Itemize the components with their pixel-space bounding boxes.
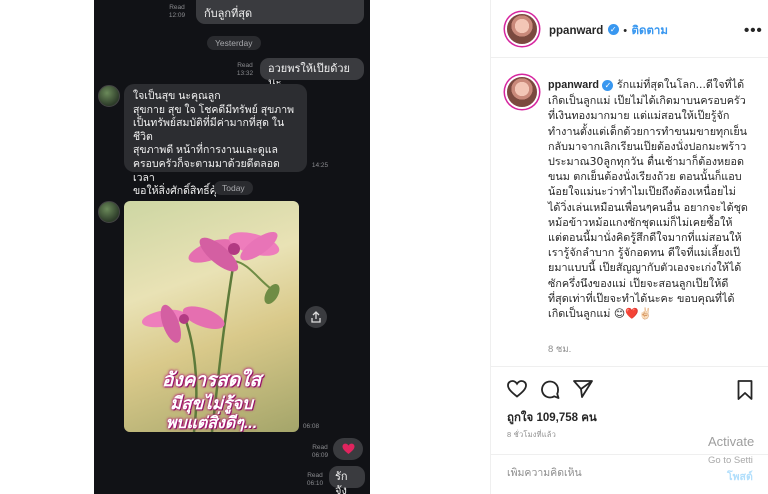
- bookmark-icon[interactable]: [737, 380, 753, 400]
- message-line: สุขกาย สุข ใจ โชคดีมีทรัพย์ สุขภาพ: [133, 103, 295, 116]
- post-sidebar: ppanward ✓ • ติดตาม ••• ppanward ✓ รักแม…: [490, 0, 768, 494]
- caption: ppanward ✓ รักแม่ที่สุดในโลก...ดีใจที่ได…: [548, 77, 748, 321]
- chat-bubble-outgoing: อวยพรให้เป๊ยด้วยนะ: [260, 58, 364, 89]
- message-line: เป็นทรัพย์สมบัติที่มีค่ามากที่สุด ในชีวิ…: [133, 117, 285, 143]
- read-time: 12:09: [168, 12, 186, 19]
- separator-dot: •: [623, 25, 628, 37]
- verified-badge-icon: ✓: [602, 79, 614, 91]
- chat-bubble-incoming: ใจเป็นสุข นะคุณลูก สุขกาย สุข ใจ โชคดีมี…: [124, 84, 307, 197]
- instagram-post-view: Read 12:09 กับลูกที่สุด Yesterday Read 1…: [0, 0, 768, 494]
- caption-time: 8 ชม.: [548, 344, 572, 355]
- heart-reaction-bubble: [333, 438, 363, 460]
- comment-input[interactable]: [507, 467, 707, 479]
- chat-bubble-outgoing: รักจัง: [329, 466, 365, 494]
- post-comment-button[interactable]: โพสต์: [727, 468, 753, 485]
- post-header: ppanward ✓ • ติดตาม •••: [491, 0, 768, 58]
- comment-icon[interactable]: [540, 380, 560, 400]
- read-time: 06:09: [311, 452, 329, 459]
- read-time: 13:32: [236, 70, 254, 77]
- header-user-row: ppanward ✓ • ติดตาม: [549, 21, 668, 40]
- message-line: สุขภาพดี หน้าที่การงานและดูแล: [133, 144, 278, 157]
- activate-watermark-title: Activate: [708, 434, 755, 449]
- message-line: ใจเป็นสุข นะคุณลูก: [133, 90, 221, 102]
- contact-avatar: [98, 201, 120, 223]
- read-label: Read: [169, 4, 185, 11]
- contact-avatar: [98, 85, 120, 107]
- post-timestamp[interactable]: 8 ชั่วโมงที่แล้ว: [507, 429, 556, 441]
- day-separator: Yesterday: [207, 36, 261, 50]
- caption-username[interactable]: ppanward: [548, 79, 599, 91]
- photo-caption-line: พบแต่สิ่งดีๆ...: [165, 415, 258, 432]
- message-time: 06:08: [302, 423, 320, 430]
- share-icon[interactable]: [305, 306, 327, 328]
- read-time: 06:10: [306, 480, 324, 487]
- day-separator: Today: [214, 181, 253, 195]
- author-username[interactable]: ppanward: [549, 25, 603, 37]
- verified-badge-icon: ✓: [607, 24, 619, 36]
- likes-count[interactable]: ถูกใจ 109,758 คน: [507, 409, 597, 427]
- read-label: Read: [312, 444, 328, 451]
- caption-author-avatar[interactable]: [507, 77, 537, 107]
- heart-outline-icon[interactable]: [507, 380, 527, 398]
- author-avatar[interactable]: [507, 14, 537, 44]
- message-time: 14:25: [311, 162, 329, 169]
- paper-plane-icon[interactable]: [573, 380, 593, 398]
- read-label: Read: [237, 62, 253, 69]
- message-line: ครอบครัวก็จะตามมาด้วยดีตลอดเวลา: [133, 157, 280, 184]
- follow-button[interactable]: ติดตาม: [632, 25, 668, 37]
- red-heart-icon: [342, 443, 354, 454]
- activate-watermark-subtitle: Go to Setti: [708, 455, 753, 466]
- read-label: Read: [307, 472, 323, 479]
- chat-bubble-outgoing: กับลูกที่สุด: [196, 0, 364, 24]
- more-options-icon[interactable]: •••: [744, 22, 763, 39]
- caption-text: รักแม่ที่สุดในโลก...ดีใจที่ได้เกิดเป็นลู…: [548, 78, 748, 321]
- shared-photo[interactable]: อังคารสดใส มีสุขไม่รู้จบ พบแต่สิ่งดีๆ...: [124, 201, 299, 432]
